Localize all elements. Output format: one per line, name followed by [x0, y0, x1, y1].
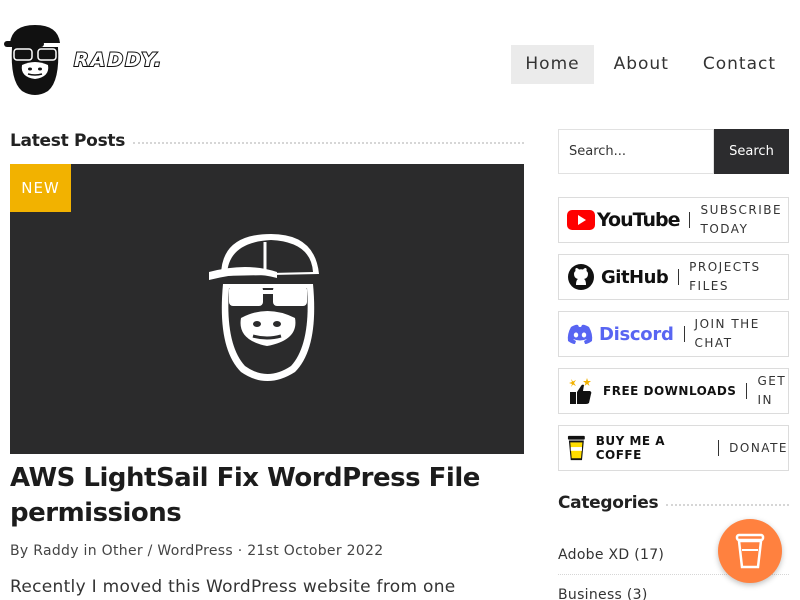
- cta-line: TODAY: [700, 222, 749, 236]
- categories-heading: Categories: [558, 493, 789, 513]
- search-button[interactable]: Search: [714, 129, 789, 174]
- discord-brand-label: Discord: [599, 323, 674, 345]
- free-downloads-cta: GET IN: [757, 372, 786, 410]
- buy-me-a-coffee-label: BUY ME A COFFE: [595, 434, 666, 462]
- divider: [666, 503, 789, 506]
- divider: [746, 383, 748, 399]
- main-nav: Home About Contact: [505, 45, 790, 84]
- github-logo: GitHub: [567, 263, 669, 291]
- cta-line: JOIN THE: [694, 317, 760, 331]
- post-featured-image[interactable]: NEW: [10, 164, 524, 454]
- section-title: Latest Posts: [10, 131, 126, 151]
- search-input[interactable]: [558, 129, 714, 174]
- gorilla-illustration-icon: [209, 234, 319, 381]
- cta-line: GET: [757, 374, 787, 388]
- site-logo[interactable]: RADDY.: [4, 20, 194, 100]
- youtube-promo[interactable]: YouTube SUBSCRIBE TODAY: [558, 197, 789, 243]
- nav-home[interactable]: Home: [511, 45, 594, 84]
- cta-line: PROJECTS FILES: [689, 260, 761, 293]
- divider: [689, 212, 691, 228]
- category-link[interactable]: Business (3): [558, 587, 789, 600]
- post-meta: By Raddy in Other / WordPress · 21st Oct…: [10, 543, 384, 559]
- cta-line: CHAT: [694, 336, 733, 350]
- github-promo[interactable]: GitHub PROJECTS FILES: [558, 254, 789, 300]
- youtube-icon: [567, 210, 595, 230]
- github-brand-label: GitHub: [601, 266, 669, 288]
- coffee-cup-icon: [567, 435, 585, 461]
- cta-line: SUBSCRIBE: [700, 203, 783, 217]
- coffee-cta: DONATE: [729, 439, 788, 458]
- github-icon: [568, 264, 594, 290]
- free-downloads-promo[interactable]: FREE DOWNLOADS GET IN: [558, 368, 789, 414]
- youtube-cta: SUBSCRIBE TODAY: [700, 201, 782, 239]
- divider: [678, 269, 680, 285]
- discord-cta: JOIN THE CHAT: [695, 315, 760, 353]
- divider: [683, 326, 685, 342]
- search-form: Search: [558, 129, 789, 174]
- nav-about[interactable]: About: [600, 45, 683, 84]
- nav-contact[interactable]: Contact: [689, 45, 790, 84]
- thumbs-up-icon: [569, 378, 592, 404]
- post-title-link[interactable]: AWS LightSail Fix WordPress File permiss…: [10, 461, 480, 531]
- categories-title: Categories: [558, 493, 659, 513]
- coffee-logo: BUY ME A COFFE: [567, 434, 708, 462]
- free-downloads-logo: FREE DOWNLOADS: [567, 377, 736, 405]
- discord-icon: [567, 324, 593, 344]
- github-cta: PROJECTS FILES: [689, 258, 788, 296]
- discord-promo[interactable]: Discord JOIN THE CHAT: [558, 311, 789, 357]
- new-badge: NEW: [10, 164, 71, 212]
- youtube-brand-label: YouTube: [597, 209, 680, 231]
- coffee-cup-icon: [735, 533, 765, 569]
- divider: [133, 141, 524, 144]
- logo-wordmark: RADDY.: [73, 48, 164, 72]
- category-label: Business (3): [558, 587, 648, 600]
- latest-posts-heading: Latest Posts: [10, 131, 524, 151]
- free-downloads-label: FREE DOWNLOADS: [603, 384, 737, 398]
- category-label: Adobe XD (17): [558, 547, 665, 563]
- divider: [718, 440, 720, 456]
- cta-line: DONATE: [729, 440, 788, 455]
- buy-me-a-coffee-button[interactable]: [718, 519, 782, 583]
- youtube-logo: YouTube: [567, 209, 680, 231]
- post-excerpt: Recently I moved this WordPress website …: [10, 577, 456, 597]
- discord-logo: Discord: [567, 324, 674, 345]
- gorilla-logo-icon: [4, 25, 60, 95]
- cta-line: IN: [757, 393, 773, 407]
- buy-me-a-coffee-promo[interactable]: BUY ME A COFFE DONATE: [558, 425, 789, 471]
